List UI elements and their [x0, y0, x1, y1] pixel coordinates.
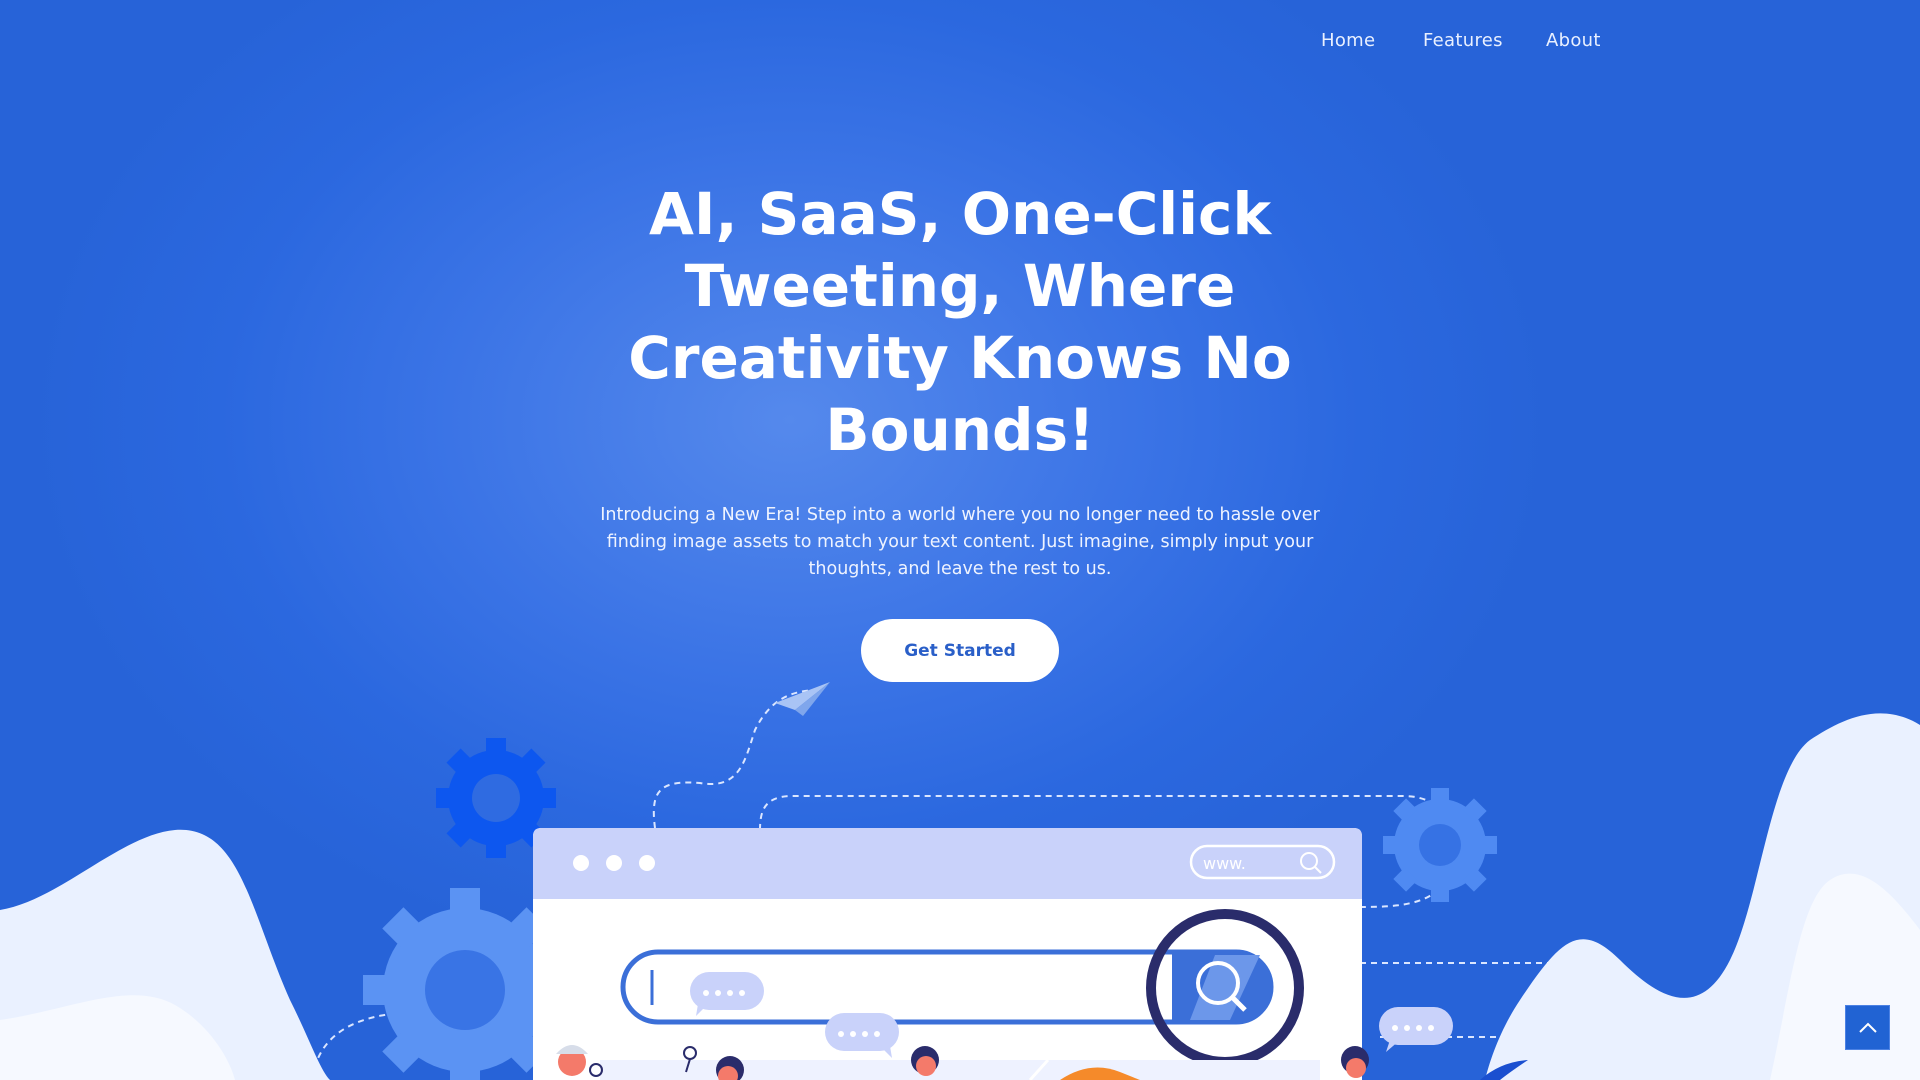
- browser-url-text: www.: [1203, 854, 1246, 873]
- nav-features-link[interactable]: Features: [1423, 30, 1503, 51]
- chevron-up-icon: [1858, 1022, 1877, 1033]
- hero-subtitle: Introducing a New Era! Step into a world…: [600, 505, 1320, 579]
- nav-about-link[interactable]: About: [1546, 30, 1601, 51]
- get-started-button[interactable]: Get Started: [861, 619, 1059, 682]
- nav-home-link[interactable]: Home: [1321, 30, 1375, 51]
- back-to-top-button[interactable]: [1845, 1005, 1890, 1050]
- hero-title: AI, SaaS, One-Click Tweeting, Where Crea…: [628, 180, 1292, 464]
- chat-bubble-icon: [1379, 1007, 1453, 1052]
- browser-window-illustration: www.: [533, 828, 1453, 1080]
- gear-icon: [1383, 788, 1497, 902]
- dashed-flight-path: [652, 689, 821, 829]
